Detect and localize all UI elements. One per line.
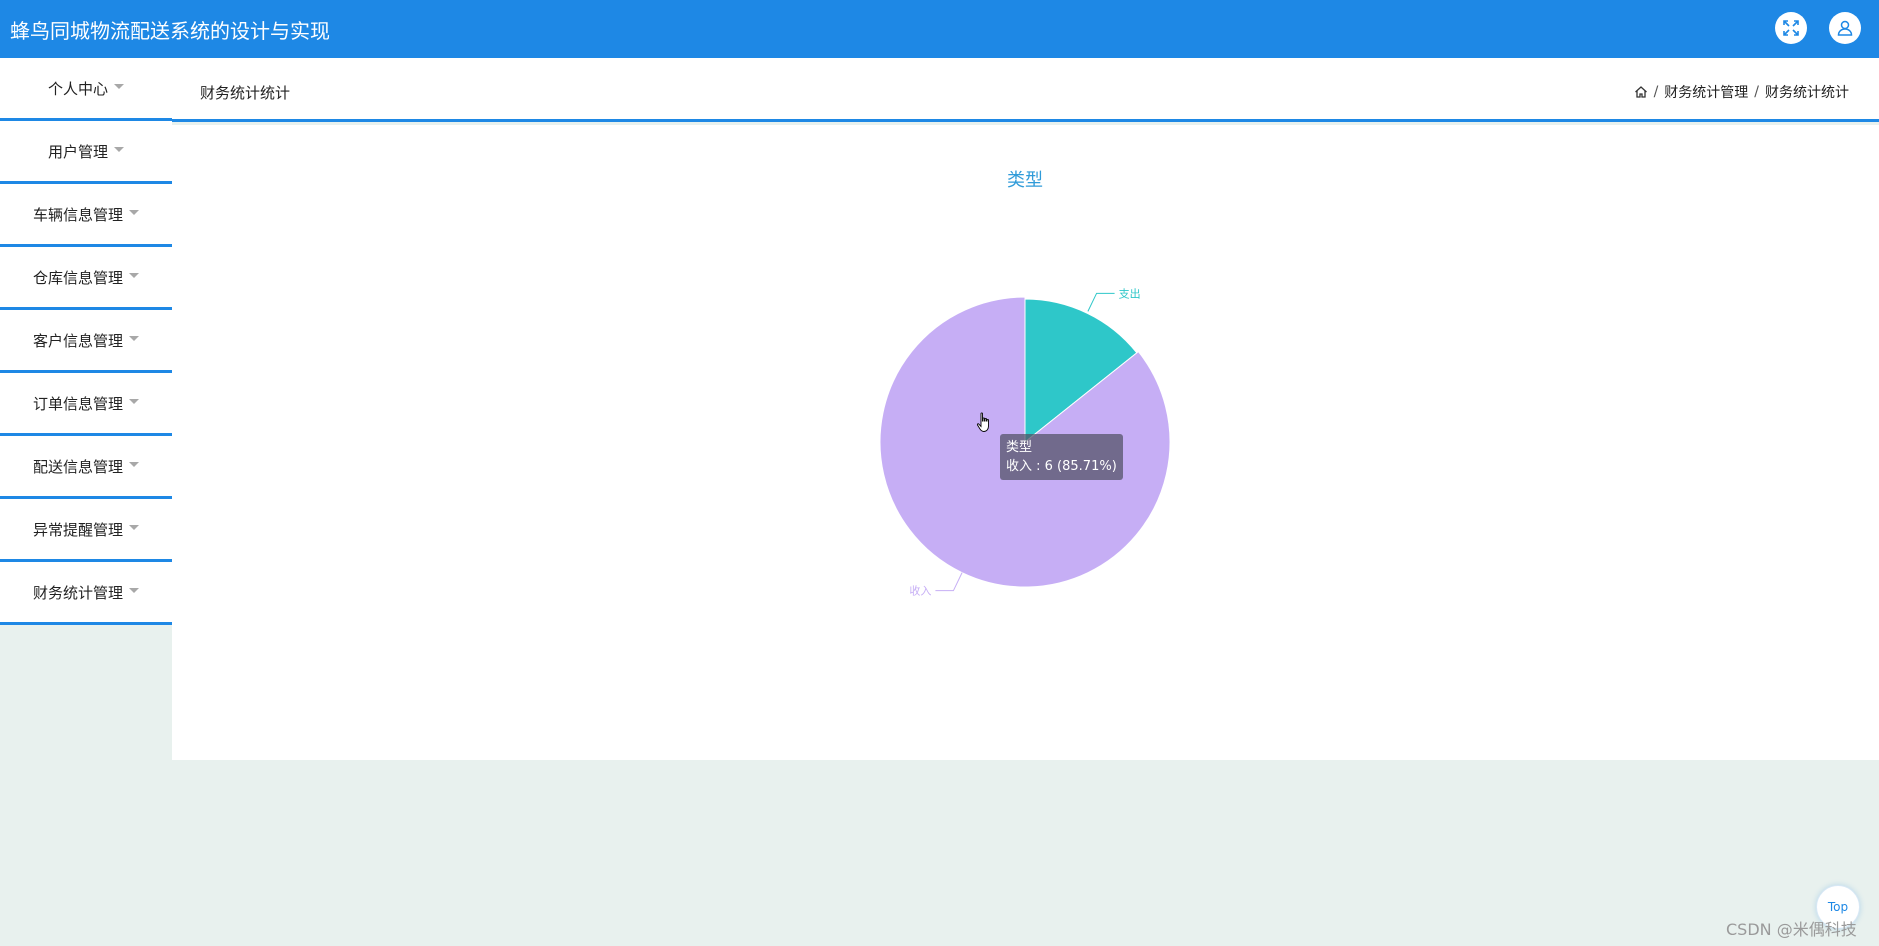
hand-cursor-icon — [976, 412, 989, 432]
top-actions — [1775, 12, 1861, 44]
sidebar-item-customer-management[interactable]: 客户信息管理 — [0, 310, 172, 373]
caret-down-icon — [129, 272, 139, 278]
breadcrumb-separator: / — [1754, 84, 1759, 100]
chart-tooltip: 类型 收入 : 6 (85.71%) — [1000, 434, 1123, 480]
home-icon[interactable] — [1634, 85, 1648, 99]
sidebar-item-label: 异常提醒管理 — [32, 520, 123, 539]
sidebar-item-warehouse-management[interactable]: 仓库信息管理 — [0, 247, 172, 310]
caret-down-icon — [129, 335, 139, 341]
sidebar-item-label: 客户信息管理 — [32, 331, 123, 350]
sidebar-item-delivery-management[interactable]: 配送信息管理 — [0, 436, 172, 499]
caret-down-icon — [129, 209, 139, 215]
pie-slice-label: 收入 — [909, 584, 931, 598]
app-title: 蜂鸟同城物流配送系统的设计与实现 — [10, 18, 330, 43]
sidebar-item-label: 订单信息管理 — [32, 394, 123, 413]
sidebar-item-personal-center[interactable]: 个人中心 — [0, 58, 172, 121]
pie-slice-label: 支出 — [1119, 286, 1141, 300]
caret-down-icon — [114, 146, 124, 152]
chart-title: 类型 — [1007, 170, 1043, 191]
sidebar-item-order-management[interactable]: 订单信息管理 — [0, 373, 172, 436]
sidebar-item-exception-management[interactable]: 异常提醒管理 — [0, 499, 172, 562]
chart-panel: 类型 支出收入 类型 收入 : 6 (85.71%) — [172, 125, 1879, 760]
sidebar: 个人中心 用户管理 车辆信息管理 仓库信息管理 客户信息管理 订单信息管理 配送… — [0, 58, 172, 625]
top-bar: 蜂鸟同城物流配送系统的设计与实现 — [0, 0, 1879, 58]
sidebar-item-vehicle-management[interactable]: 车辆信息管理 — [0, 184, 172, 247]
sidebar-item-label: 用户管理 — [47, 142, 108, 161]
breadcrumb-level1[interactable]: 财务统计管理 — [1664, 82, 1748, 102]
tooltip-title: 类型 — [1006, 440, 1033, 455]
user-button[interactable] — [1829, 12, 1861, 44]
breadcrumb-bar: 财务统计统计 / 财务统计管理 / 财务统计统计 — [172, 58, 1879, 122]
sidebar-item-finance-management[interactable]: 财务统计管理 — [0, 562, 172, 625]
sidebar-item-label: 车辆信息管理 — [32, 205, 123, 224]
pie-label-line — [935, 572, 963, 592]
caret-down-icon — [129, 398, 139, 404]
breadcrumb-separator: / — [1653, 84, 1659, 100]
fullscreen-icon — [1783, 20, 1799, 36]
caret-down-icon — [129, 461, 139, 467]
user-icon — [1837, 20, 1853, 36]
sidebar-item-label: 财务统计管理 — [32, 583, 123, 602]
watermark: CSDN @米偶科技 — [1726, 920, 1857, 939]
caret-down-icon — [114, 83, 124, 89]
breadcrumb: / 财务统计管理 / 财务统计统计 — [1634, 82, 1849, 102]
caret-down-icon — [129, 524, 139, 530]
sidebar-item-label: 配送信息管理 — [32, 457, 123, 476]
sidebar-item-label: 仓库信息管理 — [32, 268, 123, 287]
pie-label-line — [1087, 292, 1115, 312]
fullscreen-button[interactable] — [1775, 12, 1807, 44]
breadcrumb-level2: 财务统计统计 — [1765, 85, 1849, 101]
page-title: 财务统计统计 — [200, 84, 291, 102]
tooltip-value: 收入 : 6 (85.71%) — [1006, 459, 1117, 474]
sidebar-item-user-management[interactable]: 用户管理 — [0, 121, 172, 184]
caret-down-icon — [129, 587, 139, 593]
sidebar-item-label: 个人中心 — [47, 79, 108, 98]
